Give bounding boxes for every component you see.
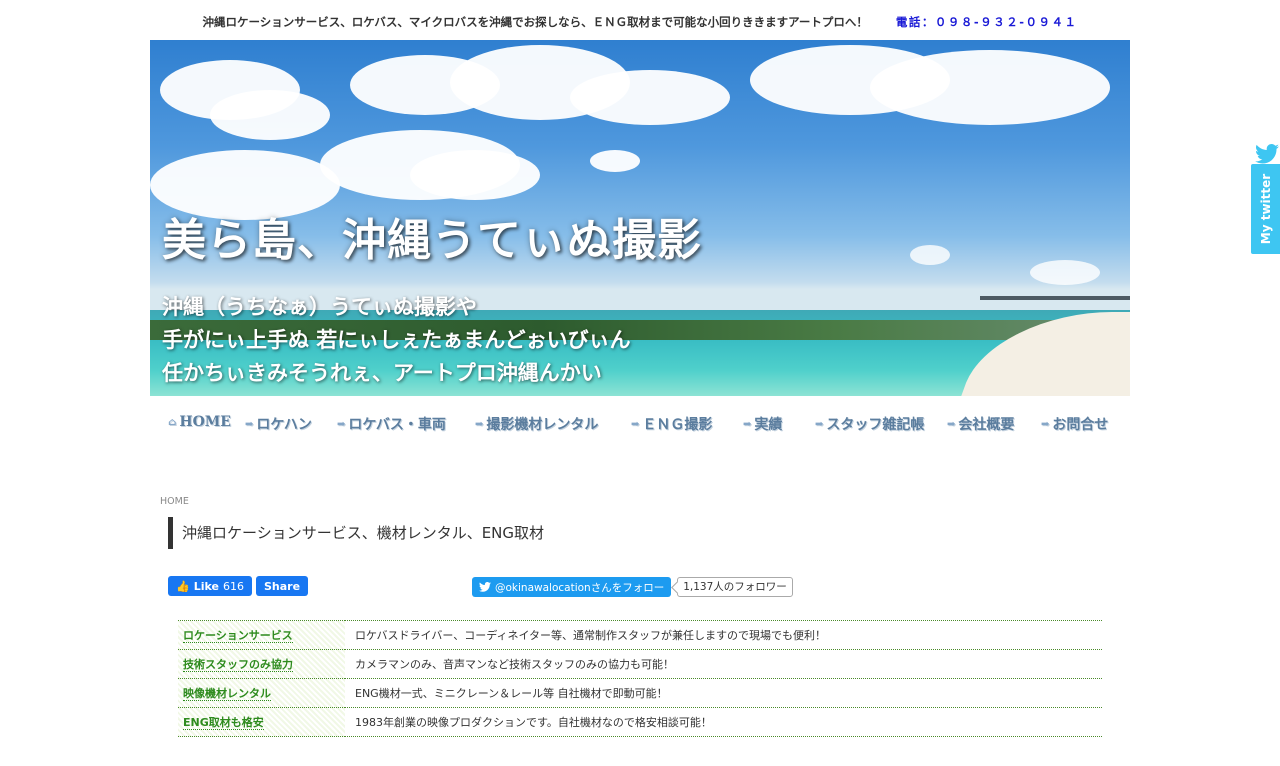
nav-item-label: 撮影機材レンタル — [486, 417, 599, 433]
arrow-icon: ➡ — [1041, 418, 1050, 430]
arrow-icon: ➡ — [743, 418, 752, 430]
nav-item-label: 実績 — [754, 417, 783, 433]
hero-subtitle-line: 手がにぃ上手ぬ 若にぃしぇたぁまんどぉいびぃん — [162, 327, 631, 352]
my-twitter-tab[interactable]: My twitter — [1251, 144, 1280, 254]
table-row: ロケーションサービス ロケバスドライバー、コーディネイター等、通常制作スタッフが… — [178, 620, 1102, 650]
nav-item-staff-blog[interactable]: ➡ スタッフ雑記帳 — [815, 414, 924, 434]
nav-item-equipment-rental[interactable]: ➡ 撮影機材レンタル — [475, 414, 598, 434]
main-nav: ⌂ HOME ➡ ロケハン ➡ ロケバス・車両 ➡ 撮影機材レンタル ➡ ＥＮＧ… — [150, 406, 1130, 438]
nav-item-location-hunting[interactable]: ➡ ロケハン — [245, 414, 312, 434]
service-description: 1983年創業の映像プロダクションです。自社機材なので格安相談可能！ — [345, 707, 1102, 737]
service-name-link[interactable]: ENG取材も格安 — [183, 716, 264, 730]
nav-item-contact[interactable]: ➡ お問合せ — [1041, 414, 1108, 434]
nav-item-label: お問合せ — [1052, 417, 1109, 433]
fb-like-button[interactable]: 👍 Like 616 — [168, 576, 252, 596]
hero-subtitle-line: 任かちぃきみそうれぇ、アートプロ沖縄んかい — [162, 360, 602, 385]
twitter-follow-button[interactable]: @okinawalocationさんをフォロー — [472, 577, 672, 597]
nav-item-label: HOME — [179, 414, 231, 430]
hero-banner: 美ら島、沖縄うてぃぬ撮影 沖縄（うちなぁ）うてぃぬ撮影や 手がにぃ上手ぬ 若にぃ… — [150, 40, 1130, 396]
service-name-link[interactable]: 映像機材レンタル — [183, 687, 271, 701]
tagline-text: 沖縄ロケーションサービス、ロケバス、マイクロバスを沖縄でお探しなら、ＥＮＧ取材ま… — [202, 15, 868, 29]
nav-item-label: ＥＮＧ撮影 — [642, 417, 713, 433]
hero-subtitle-line: 沖縄（うちなぁ）うてぃぬ撮影や — [162, 294, 477, 319]
arrow-icon: ➡ — [245, 418, 254, 430]
services-table: ロケーションサービス ロケバスドライバー、コーディネイター等、通常制作スタッフが… — [178, 620, 1102, 737]
hero-title: 美ら島、沖縄うてぃぬ撮影 — [162, 215, 702, 266]
breadcrumb[interactable]: HOME — [160, 496, 189, 507]
twitter-follow-widget: @okinawalocationさんをフォロー 1,137人のフォロワー — [472, 577, 793, 597]
nav-item-label: ロケバス・車両 — [348, 417, 446, 433]
service-name-link[interactable]: 技術スタッフのみ協力 — [183, 658, 293, 672]
nav-item-home[interactable]: ⌂ HOME — [168, 414, 231, 430]
nav-item-company[interactable]: ➡ 会社概要 — [947, 414, 1014, 434]
nav-item-label: ロケハン — [256, 417, 312, 433]
nav-item-label: 会社概要 — [958, 417, 1015, 433]
service-name-link[interactable]: ロケーションサービス — [183, 629, 293, 643]
hero-subtitle: 沖縄（うちなぁ）うてぃぬ撮影や 手がにぃ上手ぬ 若にぃしぇたぁまんどぉいびぃん … — [162, 290, 631, 389]
service-description: ENG機材一式、ミニクレーン＆レール等 自社機材で即動可能！ — [345, 678, 1102, 708]
thumbs-up-icon: 👍 — [176, 579, 190, 593]
nav-item-label: スタッフ雑記帳 — [826, 417, 925, 433]
header-tagline-bar: 沖縄ロケーションサービス、ロケバス、マイクロバスを沖縄でお探しなら、ＥＮＧ取材ま… — [150, 14, 1130, 34]
fb-share-button[interactable]: Share — [255, 576, 309, 596]
nav-item-location-bus[interactable]: ➡ ロケバス・車両 — [337, 414, 446, 434]
service-description: ロケバスドライバー、コーディネイター等、通常制作スタッフが兼任しますので現場でも… — [345, 620, 1102, 650]
nav-item-works[interactable]: ➡ 実績 — [743, 414, 782, 434]
phone-number[interactable]: 電話：０９８-９３２-０９４１ — [896, 15, 1078, 29]
home-icon: ⌂ — [168, 416, 177, 428]
twitter-bird-icon — [1255, 144, 1279, 164]
twitter-follower-count[interactable]: 1,137人のフォロワー — [677, 577, 793, 597]
arrow-icon: ➡ — [475, 418, 484, 430]
my-twitter-label: My twitter — [1258, 173, 1273, 245]
nav-item-eng[interactable]: ➡ ＥＮＧ撮影 — [631, 414, 712, 434]
service-description: カメラマンのみ、音声マンなど技術スタッフのみの協力も可能！ — [345, 649, 1102, 679]
fb-like-count: 616 — [222, 579, 244, 593]
arrow-icon: ➡ — [947, 418, 956, 430]
table-row: 映像機材レンタル ENG機材一式、ミニクレーン＆レール等 自社機材で即動可能！ — [178, 678, 1102, 708]
twitter-follow-label: @okinawalocationさんをフォロー — [495, 581, 665, 594]
facebook-buttons: 👍 Like 616 Share — [168, 576, 309, 596]
page-title: 沖縄ロケーションサービス、機材レンタル、ENG取材 — [168, 517, 544, 549]
table-row: ENG取材も格安 1983年創業の映像プロダクションです。自社機材なので格安相談… — [178, 707, 1102, 737]
table-row: 技術スタッフのみ協力 カメラマンのみ、音声マンなど技術スタッフのみの協力も可能！ — [178, 649, 1102, 679]
arrow-icon: ➡ — [815, 418, 824, 430]
arrow-icon: ➡ — [337, 418, 346, 430]
arrow-icon: ➡ — [631, 418, 640, 430]
twitter-bird-icon — [479, 582, 491, 592]
fb-like-label: Like — [193, 579, 219, 593]
